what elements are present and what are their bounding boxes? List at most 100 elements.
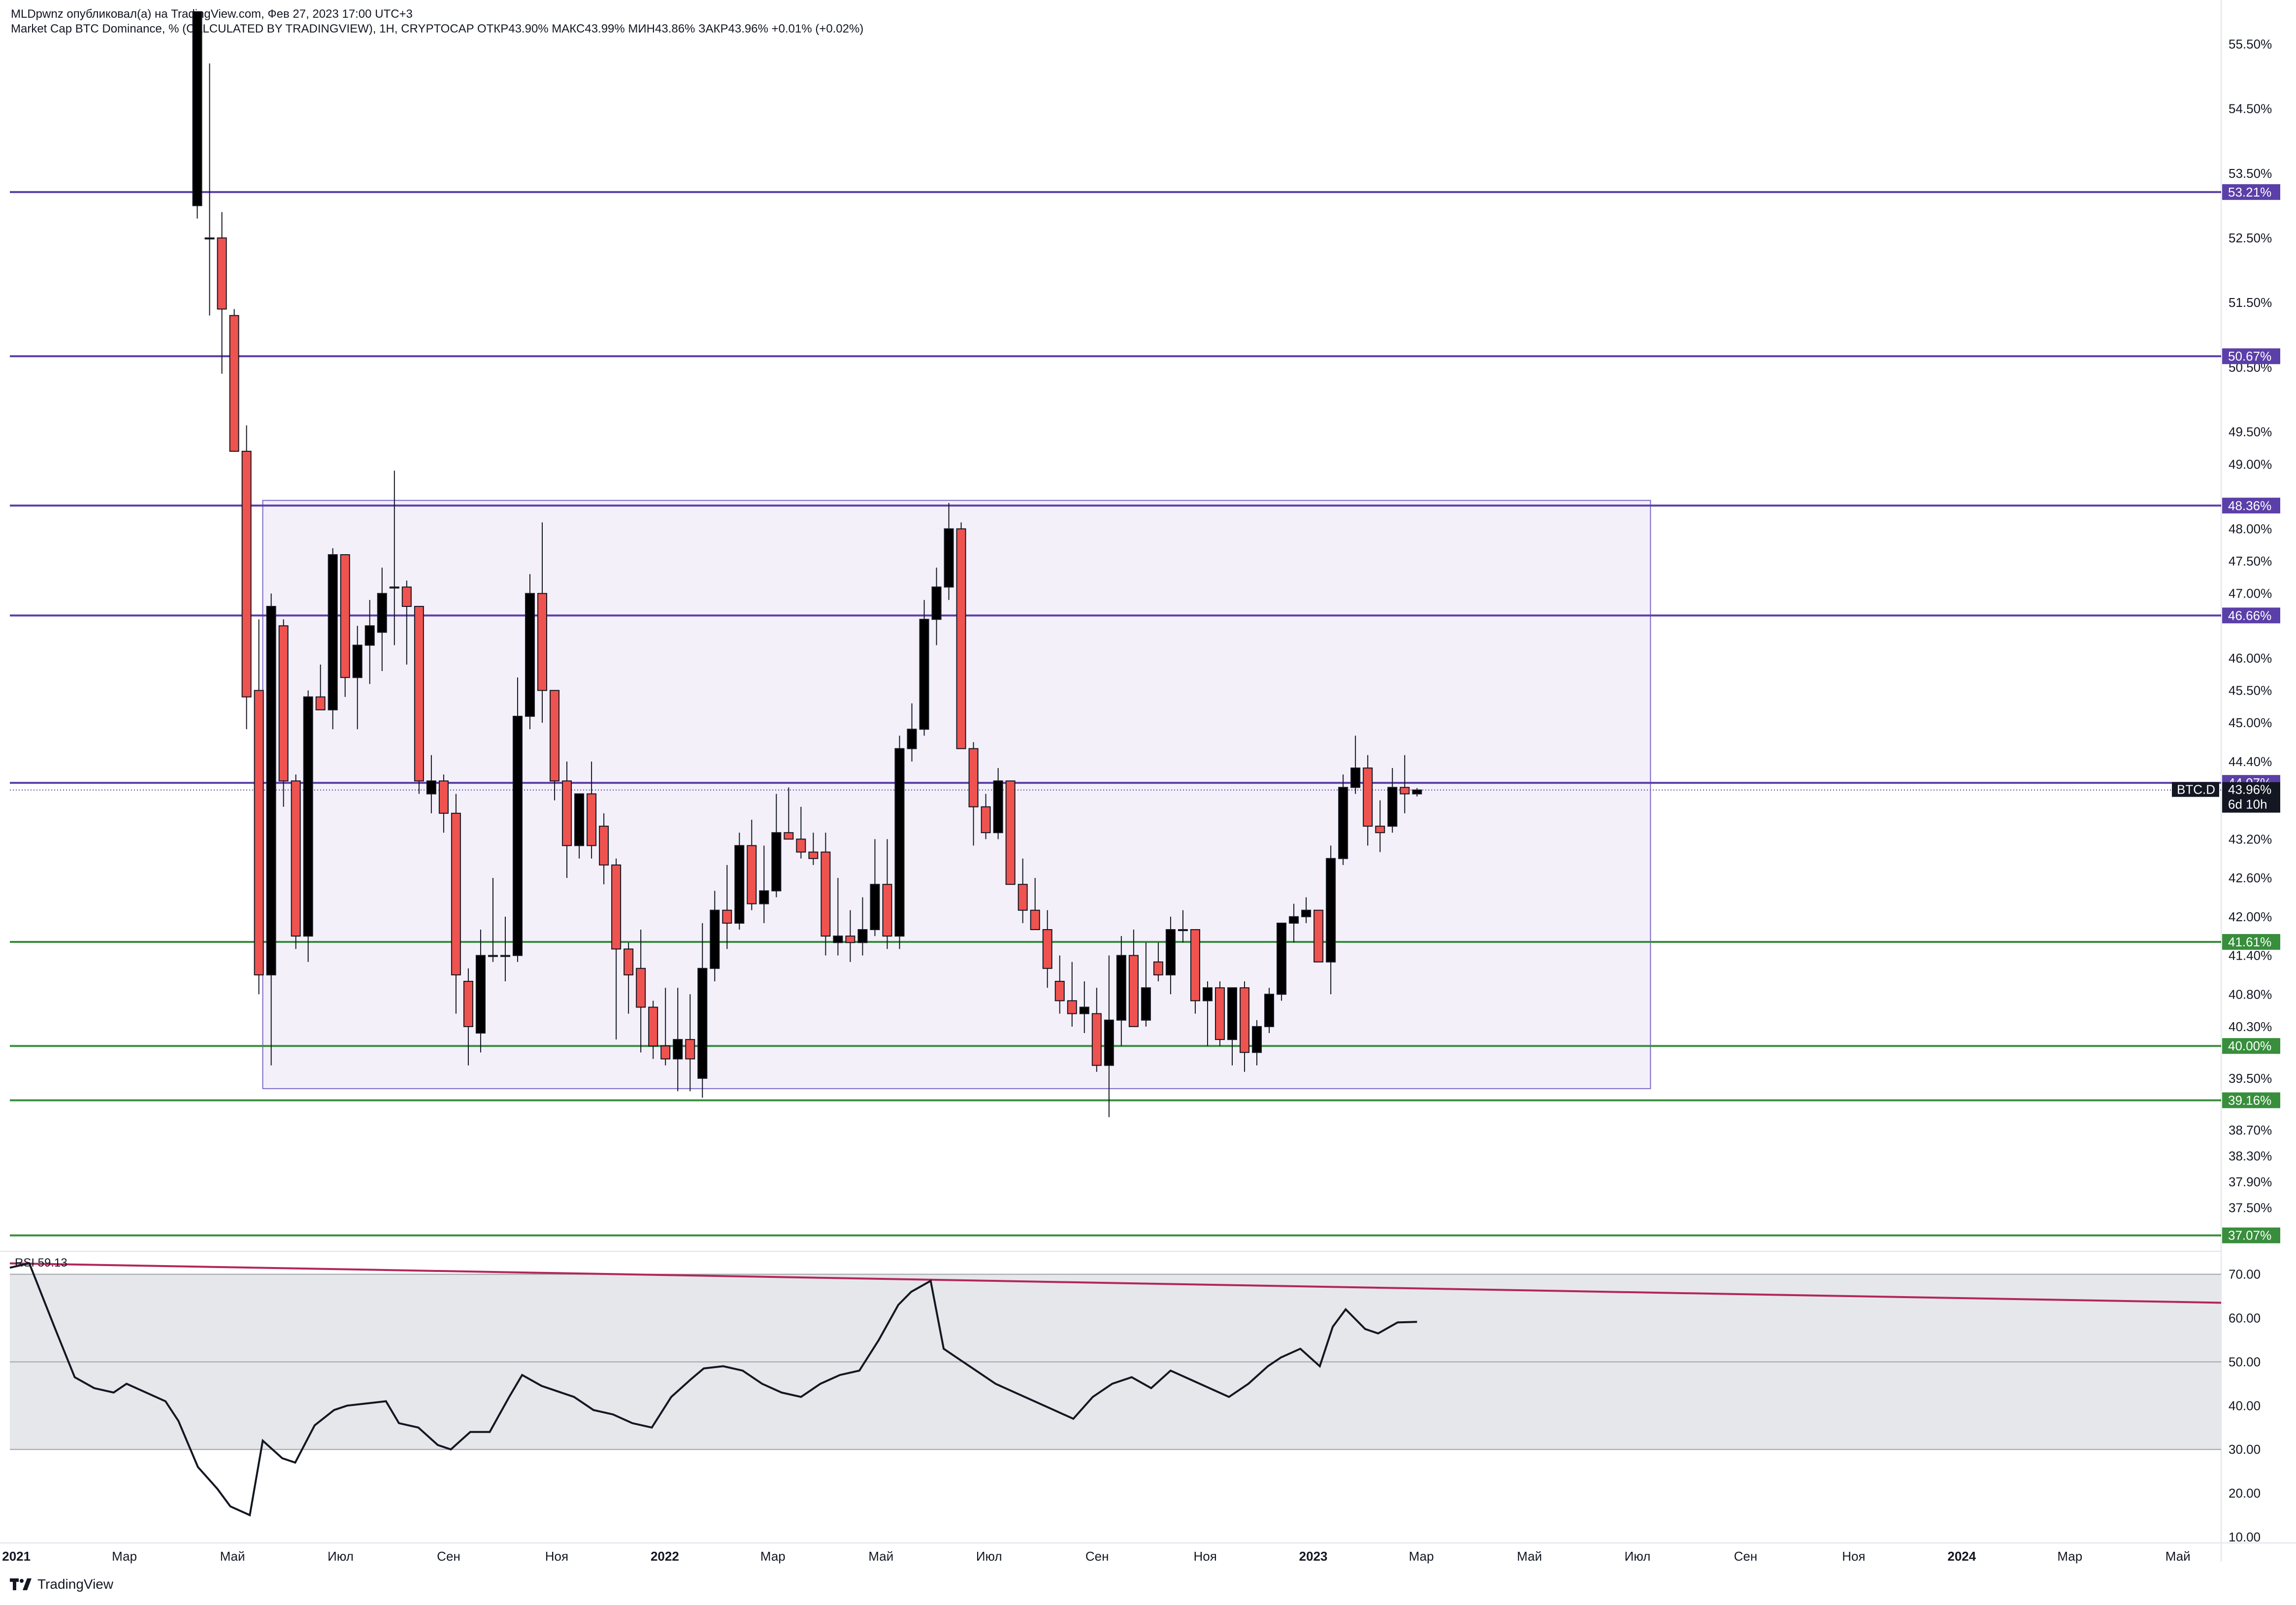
time-tick-label: 2021 — [2, 1549, 31, 1564]
price-tick-label: 54.50% — [2229, 101, 2272, 116]
tradingview-logo[interactable]: TradingView — [10, 1576, 113, 1592]
candle-body — [426, 780, 436, 795]
candle-body — [968, 748, 979, 807]
candle-body — [500, 955, 510, 957]
time-tick-label: 2022 — [651, 1549, 679, 1564]
candle-body — [475, 955, 486, 1034]
candle-body — [820, 851, 831, 937]
candle-body — [673, 1039, 683, 1060]
candle-body — [993, 780, 1003, 834]
candle-body — [771, 832, 782, 892]
candle-body — [1350, 767, 1361, 788]
candle-body — [254, 690, 264, 975]
candle-body — [352, 644, 362, 678]
time-tick-label: Май — [220, 1549, 245, 1564]
candle-body — [401, 586, 412, 607]
time-tick-label: Мар — [760, 1549, 786, 1564]
price-tick-label: 45.50% — [2229, 683, 2272, 698]
candle-body — [550, 690, 560, 782]
price-tick-label: 47.00% — [2229, 586, 2272, 601]
rsi-tick-label: 50.00 — [2229, 1354, 2261, 1369]
candle-body — [463, 981, 473, 1027]
candle-body — [1005, 780, 1016, 885]
rsi-tick-label: 20.00 — [2229, 1486, 2261, 1501]
candle-body — [587, 793, 597, 846]
time-tick-label: Мар — [112, 1549, 137, 1564]
time-tick-label: Май — [2165, 1549, 2191, 1564]
candle-body — [796, 838, 806, 853]
rsi-tick-label: 70.00 — [2229, 1267, 2261, 1282]
candle-body — [389, 586, 399, 589]
price-tick-label: 38.70% — [2229, 1123, 2272, 1137]
last-price-value: 43.96% — [2228, 782, 2271, 797]
candle-body — [1264, 994, 1275, 1027]
candle-body — [328, 554, 338, 710]
rsi-legend: RSI 59.13 — [15, 1256, 67, 1270]
price-tick-label: 42.60% — [2229, 870, 2272, 885]
time-tick-label: Сен — [437, 1549, 460, 1564]
candle-body — [377, 593, 387, 633]
candle-body — [278, 625, 289, 782]
candle-body — [1387, 787, 1398, 827]
candle-body — [525, 593, 535, 717]
candle-body — [1128, 955, 1139, 1027]
level-price-tag-label: 46.66% — [2228, 608, 2271, 623]
candle-body — [808, 851, 819, 859]
candle-body — [414, 605, 424, 782]
candle-body — [488, 955, 498, 957]
time-tick-label: Июл — [976, 1549, 1002, 1564]
candle-body — [845, 936, 855, 943]
tradingview-logo-icon — [10, 1578, 32, 1590]
candle-body — [956, 528, 966, 749]
candle-body — [1190, 929, 1200, 1002]
candle-body — [833, 936, 843, 943]
candle-body — [685, 1039, 695, 1060]
price-tick-label: 40.80% — [2229, 987, 2272, 1002]
candle-body — [981, 806, 991, 834]
candle-body — [574, 793, 585, 846]
price-tick-label: 37.90% — [2229, 1174, 2272, 1189]
candle-body — [1017, 884, 1028, 911]
price-tick-label: 39.50% — [2229, 1071, 2272, 1086]
level-price-tag-label: 39.16% — [2228, 1093, 2271, 1107]
time-tick-label: Июл — [328, 1549, 354, 1564]
candle-body — [1363, 767, 1373, 827]
tradingview-logo-text: TradingView — [37, 1576, 114, 1592]
price-tick-label: 53.50% — [2229, 166, 2272, 181]
price-tick-label: 48.00% — [2229, 521, 2272, 536]
candle-body — [1289, 916, 1299, 924]
level-price-tag-label: 40.00% — [2228, 1038, 2271, 1053]
level-price-tag-label: 37.07% — [2228, 1228, 2271, 1243]
time-tick-label: Ноя — [1193, 1549, 1216, 1564]
price-tick-label: 49.50% — [2229, 425, 2272, 439]
candle-body — [636, 968, 646, 1008]
level-price-tag-label: 41.61% — [2228, 935, 2271, 949]
candle-body — [192, 11, 202, 206]
rsi-tick-label: 10.00 — [2229, 1530, 2261, 1544]
candle-body — [1400, 787, 1410, 795]
time-tick-label: 2024 — [1947, 1549, 1976, 1564]
time-tick-label: Май — [868, 1549, 893, 1564]
price-tick-label: 49.00% — [2229, 457, 2272, 471]
candle-body — [1252, 1026, 1262, 1053]
candle-body — [1116, 955, 1126, 1021]
price-tick-label: 55.50% — [2229, 36, 2272, 51]
candle-body — [1301, 909, 1312, 917]
price-tick-label: 52.50% — [2229, 231, 2272, 245]
price-tick-label: 41.40% — [2229, 948, 2272, 963]
rsi-tick-label: 60.00 — [2229, 1311, 2261, 1326]
price-tick-label: 37.50% — [2229, 1200, 2272, 1215]
candle-body — [229, 315, 239, 452]
candle-body — [623, 948, 634, 975]
candle-body — [599, 826, 609, 866]
candle-body — [1375, 826, 1385, 834]
price-tick-label: 51.50% — [2229, 295, 2272, 310]
candle-body — [1338, 787, 1348, 859]
candle-body — [451, 812, 461, 975]
chart-canvas[interactable]: 55.50%54.50%53.50%52.50%51.50%50.50%49.5… — [0, 0, 2296, 1605]
candle-body — [784, 832, 794, 840]
candle-body — [1412, 789, 1422, 795]
time-tick-label: Мар — [2057, 1549, 2082, 1564]
candle-body — [1104, 1019, 1114, 1066]
candle-body — [857, 929, 868, 943]
